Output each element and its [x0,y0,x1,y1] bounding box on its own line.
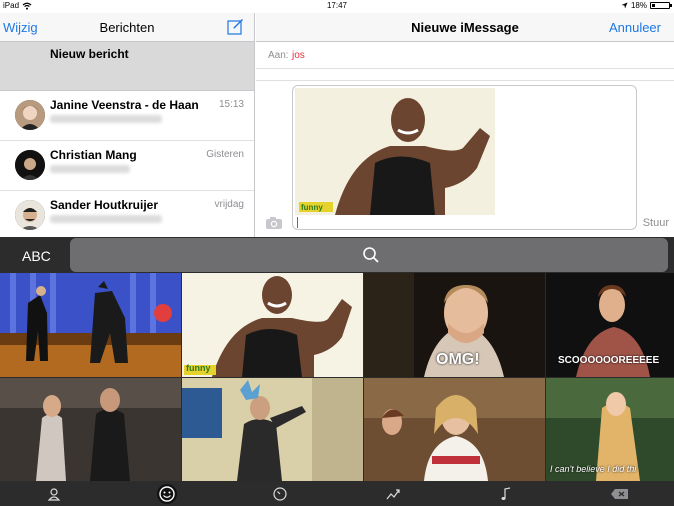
gif-tile[interactable]: OMG! [364,273,545,377]
right-navbar: Nieuwe iMessage Annuleer [256,13,674,42]
divider [256,69,674,81]
gif-caption: funny [301,203,323,212]
gif-tile[interactable] [182,378,363,481]
gif-search-input[interactable] [70,238,668,272]
person-icon[interactable] [44,484,64,504]
gif-tile[interactable] [0,273,181,377]
gif-tile[interactable] [0,378,181,481]
gif-grid: funny OMG! SCOOOOOOREEEEE I can't believ… [0,273,674,481]
attached-gif: funny [295,88,495,215]
gif-caption: SCOOOOOOREEEEE [558,355,660,366]
send-button[interactable]: Stuur [643,217,669,229]
message-preview [50,165,130,173]
avatar [15,200,45,230]
battery-icon [650,2,672,9]
contact-name: Christian Mang [50,148,137,162]
left-navbar: Wijzig Berichten [0,13,254,42]
smiley-icon[interactable] [157,484,177,504]
message-preview [50,215,162,223]
search-icon [363,247,379,263]
clock: 17:47 [326,1,348,10]
avatar [15,150,45,180]
recipient-row[interactable]: Aan: jos [256,42,674,69]
left-title: Berichten [99,20,155,35]
cancel-button[interactable]: Annuleer [609,20,661,35]
conversation-item[interactable]: Sander Houtkruijer vrijdag [0,191,254,237]
screen: iPad 17:47 18% Wijzig Berichten Nieuw be… [0,0,674,506]
conversation-item[interactable]: Janine Veenstra - de Haan 15:13 [0,91,254,141]
conversation-item[interactable]: Christian Mang Gisteren [0,141,254,191]
new-message-row[interactable]: Nieuw bericht [0,42,254,91]
battery-percent: 18% [630,1,647,10]
gif-caption: funny [186,363,211,373]
abc-button[interactable]: ABC [22,248,51,264]
gif-tile[interactable]: I can't believe I did thi [546,378,674,481]
message-input[interactable]: funny [292,85,637,230]
gif-tile[interactable] [364,378,545,481]
new-message-label: Nieuw bericht [50,47,129,61]
conversation-time: 15:13 [218,99,244,110]
text-cursor [297,217,298,228]
status-bar: iPad 17:47 18% [0,0,674,13]
compose-icon[interactable] [227,18,244,35]
contact-name: Janine Veenstra - de Haan [50,98,199,112]
gif-caption: I can't believe I did thi [550,464,637,474]
gif-tile[interactable]: SCOOOOOOREEEEE [546,273,674,377]
clock-icon[interactable] [270,484,290,504]
gif-tile[interactable]: funny [182,273,363,377]
camera-icon[interactable] [265,216,283,230]
gif-caption: OMG! [436,351,480,368]
music-icon[interactable] [496,484,516,504]
conversation-time: Gisteren [206,149,244,160]
conversation-time: vrijdag [214,199,244,210]
backspace-icon[interactable] [609,484,631,504]
to-label: Aan: [268,50,289,61]
category-bar [0,481,674,506]
trending-icon[interactable] [383,484,403,504]
avatar [15,100,45,130]
message-preview [50,115,162,123]
compose-pane: Nieuwe iMessage Annuleer Aan: jos funny [256,13,674,237]
keyboard-toolbar: ABC [0,237,674,274]
conversation-list-pane: Wijzig Berichten Nieuw bericht Janine Ve… [0,13,255,237]
location-icon [621,2,628,9]
contact-name: Sander Houtkruijer [50,198,159,212]
battery-level [652,4,655,7]
gif-keyboard: ABC funny OMG! SCOOOOOOREEEEE I can't be… [0,237,674,506]
recipient-value[interactable]: jos [292,50,305,61]
